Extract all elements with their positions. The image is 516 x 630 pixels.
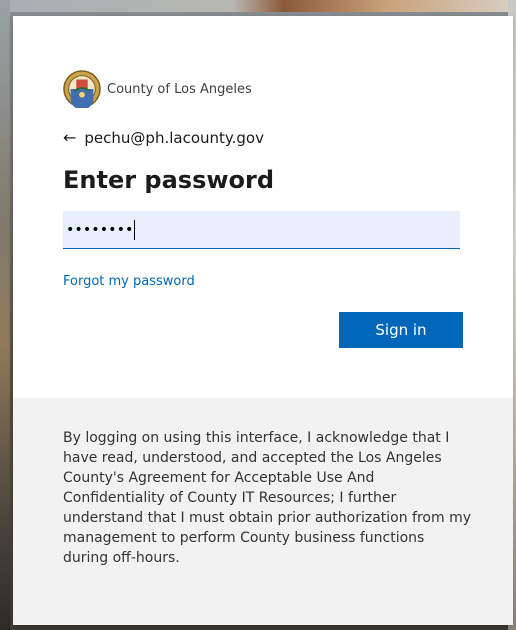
arrow-left-icon[interactable]: ←	[63, 130, 76, 146]
organization-name: County of Los Angeles	[107, 81, 252, 97]
legal-notice-text: By logging on using this interface, I ac…	[63, 430, 471, 566]
background-image	[0, 0, 516, 12]
sign-in-card: County of Los Angeles ← pechu@ph.lacount…	[13, 16, 513, 625]
identity-banner[interactable]: ← pechu@ph.lacounty.gov	[63, 129, 264, 147]
identity-email: pechu@ph.lacounty.gov	[84, 129, 264, 147]
organization-logo: County of Los Angeles	[63, 69, 252, 109]
text-caret	[134, 219, 136, 240]
password-masked-value: ••••••••	[66, 221, 134, 238]
forgot-password-link[interactable]: Forgot my password	[63, 274, 195, 289]
sign-in-button[interactable]: Sign in	[339, 312, 463, 348]
legal-notice-panel: By logging on using this interface, I ac…	[13, 398, 513, 625]
background-image-left	[0, 0, 10, 630]
password-field[interactable]: ••••••••	[63, 211, 460, 249]
page-title: Enter password	[63, 166, 275, 194]
county-seal-icon	[63, 70, 101, 108]
